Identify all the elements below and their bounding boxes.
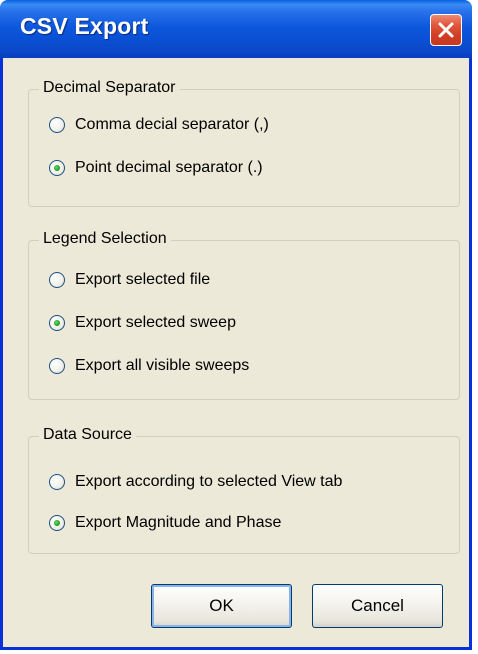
radio-option-selected-sweep[interactable]: Export selected sweep <box>49 314 236 332</box>
radio-label-selected-sweep: Export selected sweep <box>75 314 236 331</box>
decimal-separator-group: Decimal Separator Comma decial separator… <box>28 79 460 207</box>
radio-label-magnitude-phase: Export Magnitude and Phase <box>75 514 282 531</box>
cancel-button[interactable]: Cancel <box>312 584 443 628</box>
radio-option-comma[interactable]: Comma decial separator (,) <box>49 116 269 134</box>
radio-label-selected-file: Export selected file <box>75 271 211 288</box>
radio-option-point[interactable]: Point decimal separator (.) <box>49 159 263 177</box>
decimal-separator-legend: Decimal Separator <box>39 79 180 97</box>
close-button[interactable] <box>430 14 462 46</box>
radio-comma[interactable] <box>49 117 65 133</box>
radio-label-comma: Comma decial separator (,) <box>75 116 269 133</box>
radio-option-all-visible-sweeps[interactable]: Export all visible sweeps <box>49 357 249 375</box>
legend-selection-group: Legend Selection Export selected file Ex… <box>28 230 460 400</box>
radio-point[interactable] <box>49 160 65 176</box>
ok-button[interactable]: OK <box>151 584 292 628</box>
legend-selection-legend: Legend Selection <box>39 230 171 248</box>
radio-magnitude-phase[interactable] <box>49 515 65 531</box>
radio-view-tab[interactable] <box>49 474 65 490</box>
radio-selected-sweep[interactable] <box>49 315 65 331</box>
radio-label-all-visible-sweeps: Export all visible sweeps <box>75 357 250 374</box>
radio-label-point: Point decimal separator (.) <box>75 159 263 176</box>
close-icon <box>438 22 454 38</box>
radio-label-view-tab: Export according to selected View tab <box>75 473 343 490</box>
radio-option-magnitude-phase[interactable]: Export Magnitude and Phase <box>49 514 281 532</box>
radio-all-visible-sweeps[interactable] <box>49 358 65 374</box>
data-source-legend: Data Source <box>39 426 136 444</box>
radio-option-view-tab[interactable]: Export according to selected View tab <box>49 473 342 491</box>
data-source-group: Data Source Export according to selected… <box>28 426 460 554</box>
radio-selected-file[interactable] <box>49 272 65 288</box>
csv-export-dialog: CSV Export Decimal Separator Comma decia… <box>0 0 472 650</box>
title-bar[interactable]: CSV Export <box>0 0 472 58</box>
radio-option-selected-file[interactable]: Export selected file <box>49 271 210 289</box>
window-title: CSV Export <box>20 13 149 39</box>
